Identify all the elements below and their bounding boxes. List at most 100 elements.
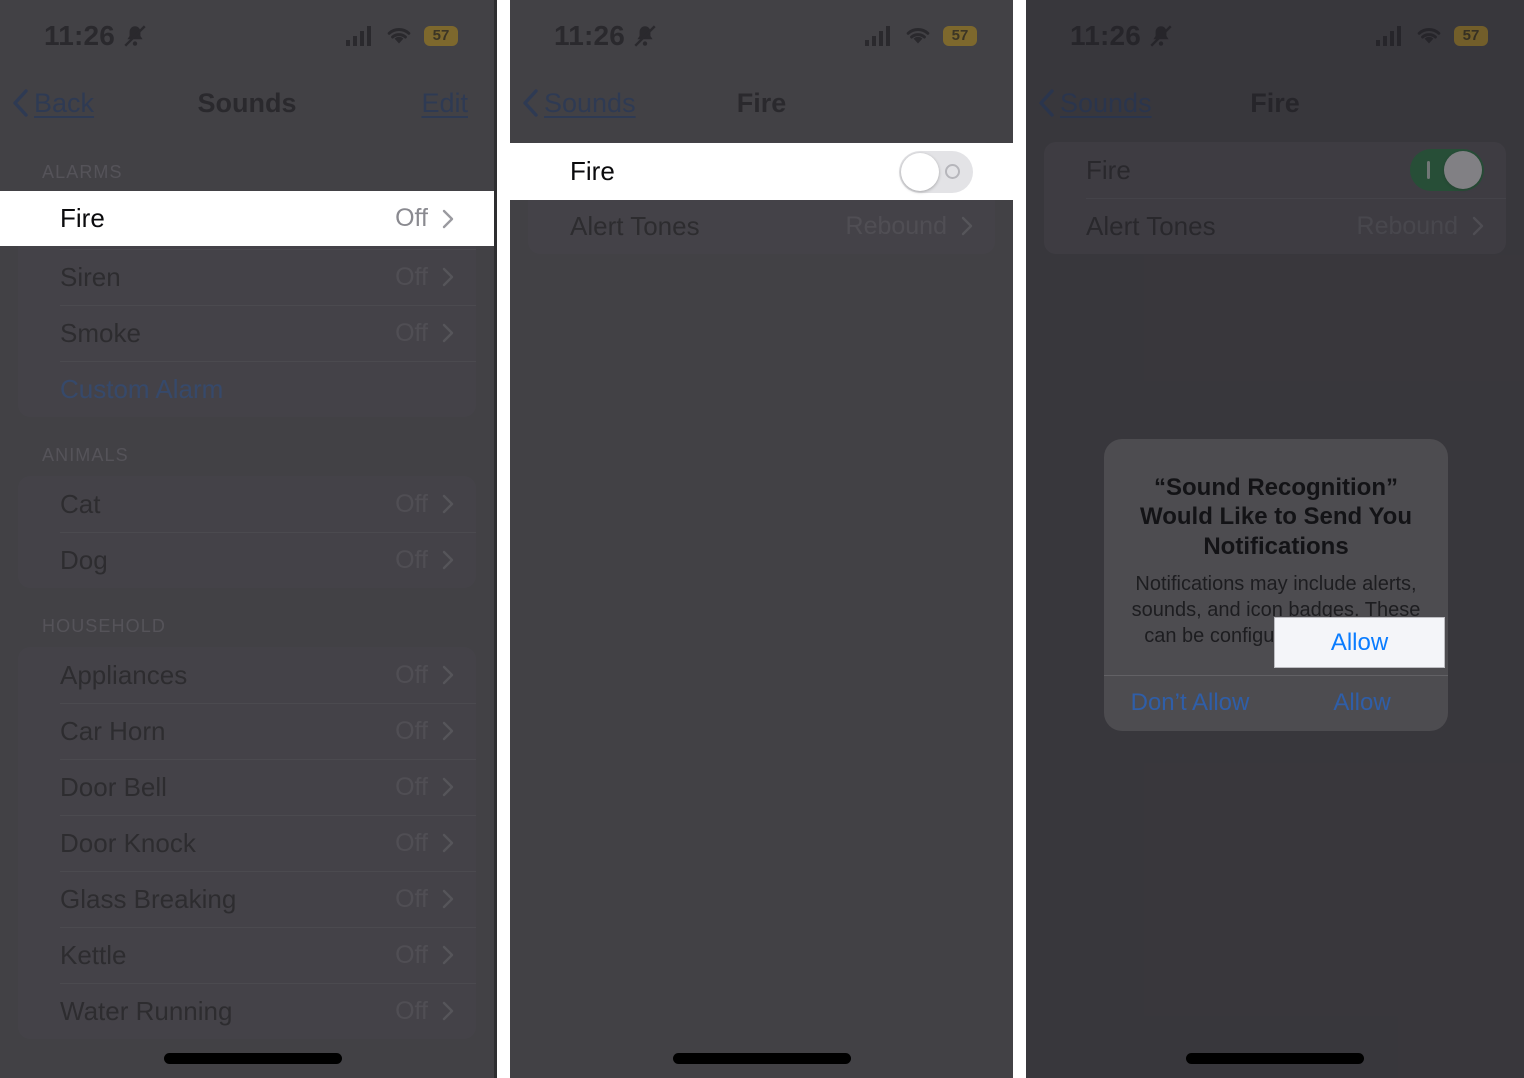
status-bar-right: 57 — [1376, 26, 1488, 46]
list-item-car-horn[interactable]: Car Horn Off — [18, 703, 476, 759]
status-bar: 11:26 57 — [1026, 0, 1524, 72]
list-item-label: Custom Alarm — [60, 373, 224, 404]
phone-panel-fire-detail-off: 11:26 57 Sounds Fire Alert Tones Rebound… — [510, 0, 1013, 1078]
list-item-label: Cat — [60, 488, 101, 519]
chevron-right-icon — [442, 889, 454, 909]
notification-permission-dialog: “Sound Recognition” Would Like to Send Y… — [1104, 439, 1448, 731]
navigation-bar: Back Sounds Edit — [0, 72, 494, 134]
list-item-value: Off — [395, 940, 428, 969]
chevron-right-icon — [442, 323, 454, 343]
list-item-label: Glass Breaking — [60, 883, 237, 914]
list-item-label: Dog — [60, 544, 108, 575]
chevron-right-icon — [961, 216, 973, 236]
cellular-bars-icon — [1376, 26, 1404, 46]
spotlight-item-value: Off — [395, 204, 428, 232]
list-item-door-knock[interactable]: Door Knock Off — [18, 815, 476, 871]
fire-settings-card: Fire Alert Tones Rebound — [1044, 142, 1506, 254]
fire-toggle[interactable] — [1410, 149, 1484, 191]
list-item-value: Off — [395, 996, 428, 1025]
chevron-right-icon — [442, 550, 454, 570]
wifi-icon — [905, 26, 931, 46]
list-item-label: Kettle — [60, 939, 127, 970]
spotlight-item-label: Fire — [60, 203, 105, 233]
home-indicator — [672, 1053, 851, 1064]
list-item-value: Off — [395, 884, 428, 913]
chevron-left-icon — [522, 88, 540, 118]
fire-detail-list: Fire Alert Tones Rebound — [1026, 134, 1524, 254]
list-item-value: Off — [395, 716, 428, 745]
chevron-left-icon — [12, 88, 30, 118]
bell-slash-icon — [632, 23, 658, 49]
chevron-right-icon — [1472, 216, 1484, 236]
three-panel-screenshot: 11:26 57 Back Sounds Edit ALARMS Siren O… — [0, 0, 1524, 1078]
list-item-value: Off — [395, 828, 428, 857]
home-indicator — [1186, 1053, 1364, 1064]
list-item-label: Door Bell — [60, 771, 167, 802]
dialog-actions: Don’t Allow Allow — [1104, 674, 1448, 731]
list-item-label: Car Horn — [60, 715, 166, 746]
list-item-label: Door Knock — [60, 827, 196, 858]
bell-slash-icon — [122, 23, 148, 49]
back-button[interactable]: Sounds — [1038, 88, 1152, 119]
list-item-smoke[interactable]: Smoke Off — [18, 305, 476, 361]
toggle-knob — [901, 152, 939, 191]
phone-panel-sounds-list: 11:26 57 Back Sounds Edit ALARMS Siren O… — [0, 0, 497, 1078]
chevron-right-icon — [442, 665, 454, 685]
list-item-value: Off — [395, 489, 428, 518]
row-alert-tones-label: Alert Tones — [570, 210, 700, 241]
status-bar: 11:26 57 — [0, 0, 494, 72]
list-item-label: Appliances — [60, 659, 188, 690]
row-alert-tones-label: Alert Tones — [1086, 210, 1216, 241]
row-alert-tones[interactable]: Alert Tones Rebound — [528, 198, 995, 254]
list-item-dog[interactable]: Dog Off — [18, 532, 476, 588]
section-card-household: Appliances Off Car Horn Off Door Bell Of… — [18, 647, 476, 1039]
row-alert-tones[interactable]: Alert Tones Rebound — [1044, 198, 1506, 254]
list-item-kettle[interactable]: Kettle Off — [18, 927, 476, 983]
list-item-cat[interactable]: Cat Off — [18, 476, 476, 532]
dont-allow-button[interactable]: Don’t Allow — [1104, 676, 1276, 731]
edit-button[interactable]: Edit — [421, 88, 468, 119]
toggle-on-icon — [1427, 161, 1430, 179]
spotlight-list-item-fire[interactable]: Fire Off — [0, 191, 494, 246]
wifi-icon — [1416, 26, 1442, 46]
spotlight-allow-button[interactable]: Allow — [1274, 617, 1445, 668]
sounds-list: ALARMS Fire Off Siren Off — [0, 134, 494, 1039]
battery-badge: 57 — [1454, 26, 1488, 46]
spotlight-card: Fire — [528, 143, 995, 200]
status-bar-left: 11:26 — [1070, 20, 1174, 52]
list-item-glass-breaking[interactable]: Glass Breaking Off — [18, 871, 476, 927]
list-item-label: Siren — [60, 261, 121, 292]
spotlight-row-fire-toggle[interactable]: Fire — [510, 143, 1013, 200]
back-button[interactable]: Back — [12, 88, 94, 119]
list-item-label: Smoke — [60, 317, 141, 348]
battery-badge: 57 — [424, 26, 458, 46]
chevron-right-icon — [442, 833, 454, 853]
section-card-animals: Cat Off Dog Off — [18, 476, 476, 588]
back-button-label: Sounds — [1060, 87, 1152, 118]
fire-toggle[interactable] — [899, 150, 973, 193]
list-item-value: Off — [395, 772, 428, 801]
row-fire-toggle[interactable]: Fire — [1044, 142, 1506, 198]
chevron-right-icon — [442, 777, 454, 797]
list-item-appliances[interactable]: Appliances Off — [18, 647, 476, 703]
list-item-door-bell[interactable]: Door Bell Off — [18, 759, 476, 815]
list-item-value: Off — [395, 318, 428, 347]
status-time: 11:26 — [1070, 20, 1142, 51]
list-item-siren[interactable]: Siren Off — [18, 249, 476, 305]
chevron-right-icon — [442, 209, 454, 229]
list-item-label: Water Running — [60, 995, 233, 1026]
chevron-right-icon — [442, 267, 454, 287]
spotlight-card: Fire Off — [18, 191, 476, 246]
list-item-value: Off — [395, 262, 428, 291]
status-bar-right: 57 — [865, 26, 977, 46]
phone-panel-notification-permission: 11:26 57 Sounds Fire Fire Alert Tones Re… — [1026, 0, 1524, 1078]
section-header-household: HOUSEHOLD — [42, 616, 166, 636]
chevron-right-icon — [442, 1001, 454, 1021]
cellular-bars-icon — [346, 26, 374, 46]
list-item-custom-alarm[interactable]: Custom Alarm — [18, 361, 476, 417]
back-button[interactable]: Sounds — [522, 88, 636, 119]
allow-button[interactable]: Allow — [1276, 676, 1448, 731]
list-item-water-running[interactable]: Water Running Off — [18, 983, 476, 1039]
back-button-label: Back — [34, 87, 95, 118]
wifi-icon — [386, 26, 412, 46]
